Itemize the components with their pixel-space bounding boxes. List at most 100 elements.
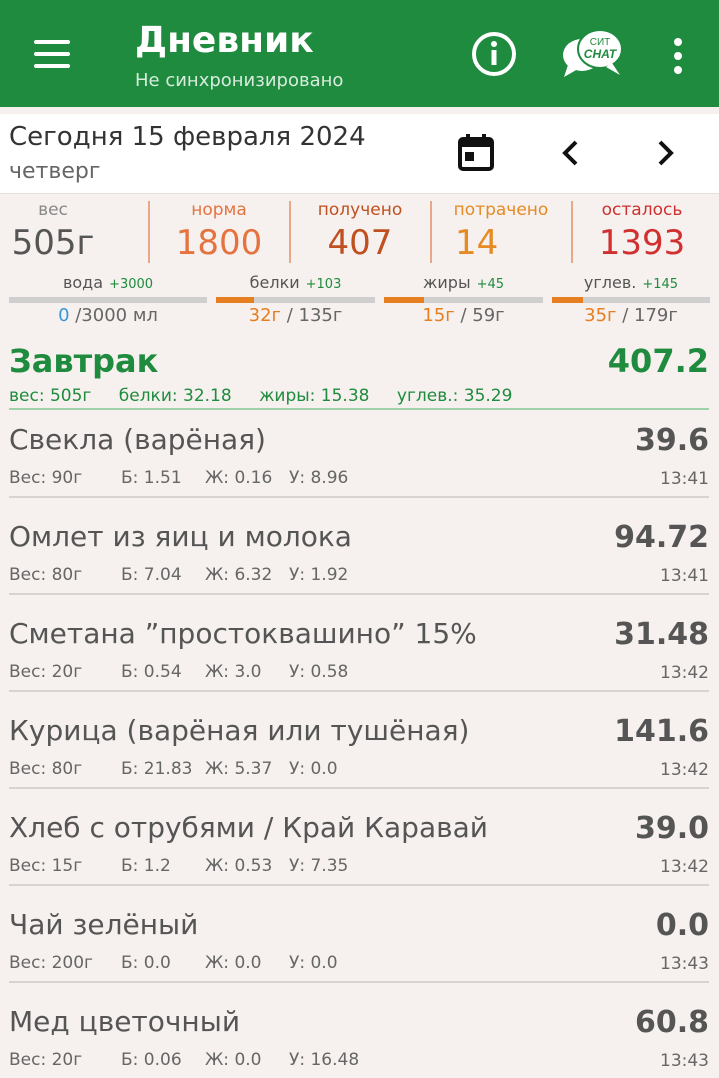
- menu-icon[interactable]: [30, 34, 74, 74]
- food-fat: Ж: 0.16: [205, 468, 273, 488]
- macro-label: белки: [249, 273, 300, 292]
- stat-value: 14: [455, 223, 499, 263]
- meal-carbs: углев.: 35.29: [396, 386, 513, 406]
- food-protein: Б: 0.54: [121, 662, 182, 682]
- current-date[interactable]: Сегодня 15 февраля 2024: [9, 122, 366, 152]
- meal-divider: [9, 408, 709, 410]
- macro-fat[interactable]: жиры +45 15г / 59г: [384, 273, 543, 329]
- macro-progress-bar: [552, 297, 710, 303]
- chat-logo-icon[interactable]: СИТ CHAT: [560, 25, 624, 81]
- meal-total-kcal: 407.2: [607, 342, 709, 380]
- macro-label: углев.: [583, 273, 637, 292]
- stat-value: 505г: [11, 223, 95, 263]
- food-kcal: 141.6: [614, 714, 709, 749]
- macro-progress-bar: [9, 297, 207, 303]
- food-name: Сметана ”простоквашино” 15%: [9, 617, 477, 650]
- info-icon[interactable]: [471, 31, 517, 77]
- macro-total: / 59г: [454, 305, 505, 326]
- list-item[interactable]: Мед цветочный 60.8 Вес: 20г Б: 0.06 Ж: 0.0…: [0, 997, 719, 1078]
- divider: [9, 787, 709, 789]
- list-item[interactable]: Омлет из яиц и молока 94.72 Вес: 80г Б: 7…: [0, 512, 719, 609]
- stat-label: получено: [317, 200, 403, 220]
- food-name: Мед цветочный: [9, 1005, 241, 1038]
- list-item[interactable]: Сметана ”простоквашино” 15% 31.48 Вес: 2…: [0, 609, 719, 706]
- macro-protein[interactable]: белки +103 32г / 135г: [216, 273, 375, 329]
- food-carbs: У: 0.0: [289, 759, 338, 779]
- food-name: Курица (варёная или тушёная): [9, 714, 470, 747]
- food-carbs: У: 16.48: [289, 1050, 360, 1070]
- chevron-left-icon[interactable]: [556, 136, 586, 170]
- food-time: 13:41: [660, 469, 709, 489]
- food-fat: Ж: 5.37: [205, 759, 273, 779]
- stat-label: вес: [38, 200, 68, 220]
- food-time: 13:42: [660, 663, 709, 683]
- calendar-icon[interactable]: [456, 132, 496, 172]
- current-weekday: четверг: [9, 159, 101, 184]
- food-protein: Б: 1.51: [121, 468, 182, 488]
- food-weight: Вес: 80г: [9, 565, 83, 585]
- food-protein: Б: 0.06: [121, 1050, 182, 1070]
- macro-label: вода: [62, 273, 104, 292]
- divider: [9, 593, 709, 595]
- macro-label: жиры: [422, 273, 471, 292]
- food-carbs: У: 7.35: [289, 856, 349, 876]
- food-kcal: 60.8: [634, 1005, 709, 1040]
- list-item[interactable]: Хлеб с отрубями / Край Каравай 39.0 Вес:…: [0, 803, 719, 900]
- food-protein: Б: 7.04: [121, 565, 182, 585]
- stat-spent: потрачено 14: [430, 199, 572, 265]
- food-weight: Вес: 80г: [9, 759, 83, 779]
- meal-weight: вес: 505г: [9, 386, 92, 406]
- food-time: 13:42: [660, 857, 709, 877]
- stat-received: получено 407: [289, 199, 431, 265]
- stat-label: осталось: [601, 200, 683, 220]
- list-item[interactable]: Свекла (варёная) 39.6 Вес: 90г Б: 1.51 Ж: …: [0, 415, 719, 512]
- stat-value: 1800: [175, 223, 263, 263]
- app-bar: Дневник Не синхронизировано СИТ CHAT: [0, 0, 719, 107]
- food-carbs: У: 0.58: [289, 662, 349, 682]
- macro-progress-bar: [384, 297, 543, 303]
- list-item[interactable]: Курица (варёная или тушёная) 141.6 Вес: …: [0, 706, 719, 803]
- macro-total: / 135г: [281, 305, 343, 326]
- macro-plus: +45: [476, 277, 505, 292]
- meal-fat: жиры: 15.38: [259, 386, 370, 406]
- food-kcal: 94.72: [614, 520, 709, 555]
- macro-total: / 179г: [616, 305, 678, 326]
- macro-carbs[interactable]: углев. +145 35г / 179г: [552, 273, 710, 329]
- food-protein: Б: 0.0: [121, 953, 171, 973]
- more-vert-icon[interactable]: [666, 36, 690, 76]
- food-kcal: 31.48: [614, 617, 709, 652]
- food-time: 13:43: [660, 954, 709, 974]
- stat-label: потрачено: [453, 200, 549, 220]
- food-protein: Б: 21.83: [121, 759, 193, 779]
- food-weight: Вес: 90г: [9, 468, 83, 488]
- food-fat: Ж: 6.32: [205, 565, 273, 585]
- stat-remaining: осталось 1393: [571, 199, 713, 265]
- food-time: 13:42: [660, 760, 709, 780]
- macro-water[interactable]: вода +3000 0 /3000 мл: [9, 273, 207, 329]
- stat-weight: вес 505г: [0, 199, 124, 265]
- food-kcal: 0.0: [655, 908, 709, 943]
- food-weight: Вес: 20г: [9, 1050, 83, 1070]
- list-item[interactable]: Чай зелёный 0.0 Вес: 200г Б: 0.0 Ж: 0.0 У: …: [0, 900, 719, 997]
- macro-current: 32г: [248, 305, 282, 326]
- food-time: 13:41: [660, 566, 709, 586]
- chat-logo-text-bottom: CHAT: [584, 47, 618, 61]
- macro-plus: +103: [305, 277, 342, 292]
- food-name: Омлет из яиц и молока: [9, 520, 352, 553]
- daily-summary: вес 505г норма 1800 получено 407 потраче…: [0, 195, 719, 333]
- chevron-right-icon[interactable]: [650, 136, 680, 170]
- food-kcal: 39.6: [634, 423, 709, 458]
- meal-header[interactable]: Завтрак 407.2 вес: 505г белки: 32.18 жир…: [0, 340, 719, 410]
- food-time: 13:43: [660, 1051, 709, 1071]
- stat-value: 1393: [598, 223, 686, 263]
- meal-stats: вес: 505г белки: 32.18 жиры: 15.38 углев…: [9, 386, 534, 406]
- food-weight: Вес: 200г: [9, 953, 93, 973]
- page-title: Дневник: [135, 20, 314, 61]
- food-weight: Вес: 20г: [9, 662, 83, 682]
- food-protein: Б: 1.2: [121, 856, 171, 876]
- macro-progress-bar: [216, 297, 375, 303]
- macro-plus: +145: [642, 277, 679, 292]
- food-carbs: У: 1.92: [289, 565, 349, 585]
- divider: [9, 884, 709, 886]
- meal-protein: белки: 32.18: [118, 386, 232, 406]
